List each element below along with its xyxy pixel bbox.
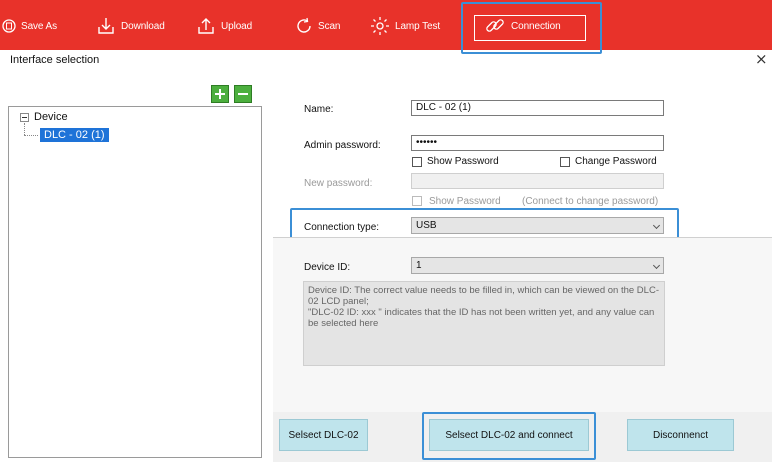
connect-hint: (Connect to change password) [522,196,659,207]
dialog-title: Interface selection [10,54,100,66]
connection-type-value: USB [416,220,437,231]
collapse-icon[interactable] [20,113,29,122]
upload-icon [198,18,214,34]
new-show-password-checkbox[interactable] [412,196,422,206]
name-label: Name: [304,104,334,115]
disconnect-button[interactable]: Disconnenct [627,419,734,451]
tree-connector [24,135,38,136]
connection-type-select[interactable]: USB [411,217,664,234]
device-id-select[interactable]: 1 [411,257,664,274]
toolbar-upload[interactable]: Upload [196,14,252,38]
description-line: Device ID: The correct value needs to be… [308,285,659,307]
toolbar-lamp-test[interactable]: Lamp Test [370,14,440,38]
device-id-value: 1 [416,260,422,271]
connection-type-label: Connection type: [304,222,380,233]
device-id-label: Device ID: [304,262,351,273]
change-password-checkbox[interactable] [560,157,570,167]
scan-icon [297,17,311,33]
device-id-description: Device ID: The correct value needs to be… [303,281,665,366]
toolbar-connection[interactable]: Connection [484,14,561,38]
change-password-label: Change Password [575,156,657,167]
admin-password-label: Admin password: [304,140,381,151]
show-password-label: Show Password [427,156,499,167]
add-device-button[interactable] [211,85,229,103]
toolbar-save-as[interactable]: Save As [2,14,57,38]
remove-device-button[interactable] [234,85,252,103]
toolbar-lamp-test-label: Lamp Test [395,20,441,32]
download-icon [98,18,114,34]
toolbar-connection-label: Connection [511,20,561,32]
chevron-down-icon [652,261,661,270]
close-icon[interactable]: × [755,50,768,68]
toolbar-scan[interactable]: Scan [295,14,341,38]
name-field[interactable]: DLC - 02 (1) [411,100,664,116]
admin-password-field[interactable]: •••••• [411,135,664,151]
device-tree[interactable] [8,106,262,458]
toolbar-upload-label: Upload [221,20,253,32]
show-password-checkbox[interactable] [412,157,422,167]
save-icon [2,19,16,33]
link-icon [486,19,504,32]
toolbar-download-label: Download [121,20,165,32]
chevron-down-icon [652,221,661,230]
tree-item-device[interactable]: DLC - 02 (1) [40,128,109,142]
description-line: "DLC-02 ID: xxx " indicates that the ID … [308,307,655,329]
tree-root-device[interactable]: Device [34,111,68,123]
tree-connector [24,123,25,135]
new-password-field[interactable] [411,173,664,189]
lamp-icon [371,17,389,35]
new-password-label: New password: [304,178,373,189]
select-device-button[interactable]: Selsect DLC-02 [279,419,368,451]
toolbar-save-as-label: Save As [21,20,57,32]
select-and-connect-button[interactable]: Selsect DLC-02 and connect [429,419,589,451]
toolbar-download[interactable]: Download [96,14,165,38]
toolbar-scan-label: Scan [318,20,341,32]
new-show-password-label: Show Password [429,196,501,207]
